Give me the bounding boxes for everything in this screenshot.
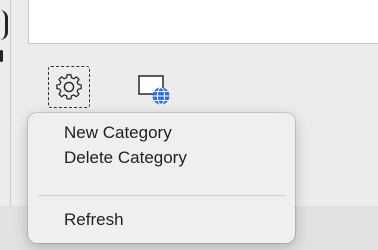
menu-item-delete-category[interactable]: Delete Category bbox=[64, 147, 187, 169]
panel-divider bbox=[10, 0, 11, 206]
settings-button[interactable] bbox=[48, 66, 90, 108]
web-document-button[interactable] bbox=[137, 72, 177, 108]
window-panel: New Category Delete Category Refresh bbox=[0, 0, 378, 250]
menu-item-refresh[interactable]: Refresh bbox=[64, 209, 124, 231]
content-area[interactable] bbox=[28, 0, 378, 44]
gear-icon bbox=[56, 74, 82, 100]
globe-document-icon bbox=[138, 75, 170, 105]
cropped-glyph bbox=[0, 10, 8, 40]
menu-separator bbox=[38, 195, 285, 196]
cropped-glyph-fragment bbox=[0, 50, 3, 62]
context-menu: New Category Delete Category Refresh bbox=[28, 113, 295, 243]
menu-item-new-category[interactable]: New Category bbox=[64, 122, 172, 144]
